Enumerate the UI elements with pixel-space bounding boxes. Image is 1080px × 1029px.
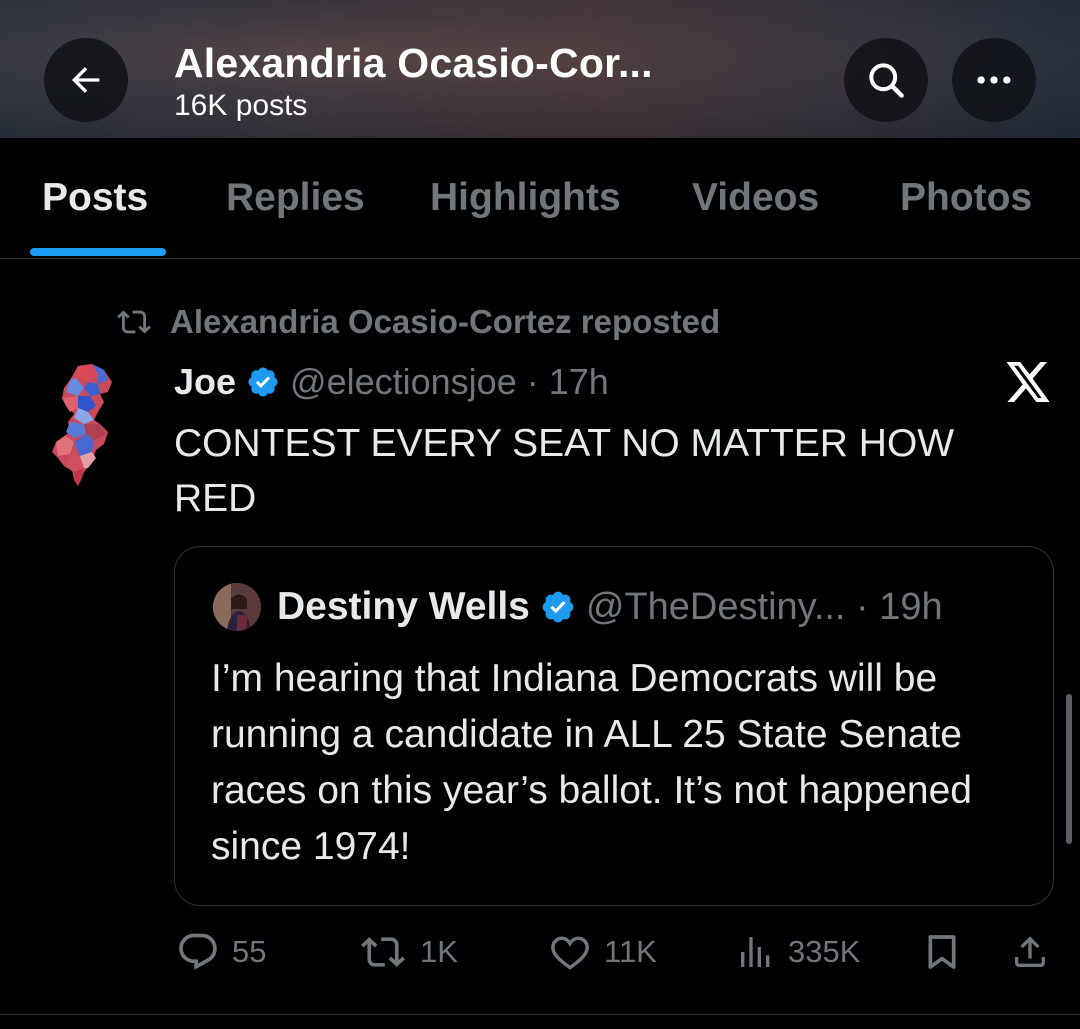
tab-videos[interactable]: Videos	[692, 176, 819, 220]
repost-icon	[361, 937, 405, 967]
quote-author-name[interactable]: Destiny Wells	[277, 585, 530, 629]
back-button[interactable]	[44, 38, 128, 122]
more-horizontal-icon	[977, 76, 1011, 84]
tab-highlights[interactable]: Highlights	[430, 176, 621, 220]
repost-icon	[117, 310, 151, 334]
avatar[interactable]	[48, 362, 120, 488]
tab-replies[interactable]: Replies	[226, 176, 365, 220]
views-count: 335K	[788, 934, 861, 969]
reply-button[interactable]: 55	[176, 930, 266, 974]
post-divider	[0, 1014, 1080, 1015]
search-icon	[869, 63, 904, 98]
views-button[interactable]: 335K	[736, 930, 860, 974]
more-button[interactable]	[952, 38, 1036, 122]
author-handle-time: @electionsjoe · 17h	[290, 361, 609, 402]
active-tab-indicator	[30, 248, 166, 256]
views-icon	[741, 937, 770, 967]
share-icon	[1015, 936, 1045, 967]
post-actions: 55 1K 11K 335K	[0, 930, 1080, 986]
repost-count: 1K	[420, 934, 458, 969]
post-text: CONTEST EVERY SEAT NO MATTER HOW RED	[174, 422, 955, 520]
quote-handle-time: @TheDestiny... · 19h	[585, 585, 943, 628]
x-logo-icon[interactable]	[1004, 360, 1052, 404]
author-name[interactable]: Joe	[174, 361, 236, 403]
profile-tabs: Posts Replies Highlights Videos Photos	[0, 138, 1080, 259]
quote-author-row: Destiny Wells @TheDestiny... · 19h	[277, 585, 943, 629]
repost-text: Alexandria Ocasio-Cortez reposted	[170, 303, 721, 340]
post-count: 16K posts	[174, 89, 308, 122]
verified-badge-icon	[248, 367, 278, 397]
profile-title: Alexandria Ocasio-Cor...	[174, 40, 653, 86]
tab-posts[interactable]: Posts	[42, 176, 148, 220]
reply-icon	[179, 933, 217, 970]
profile-header: Alexandria Ocasio-Cor... 16K posts	[0, 0, 1080, 138]
like-count: 11K	[604, 934, 657, 969]
heart-icon	[551, 936, 589, 970]
arrow-left-icon	[71, 67, 100, 93]
post-author-row: Joe @electionsjoe · 17h	[174, 361, 609, 403]
reply-count: 55	[232, 934, 267, 969]
search-button[interactable]	[844, 38, 928, 122]
quote-avatar-image	[213, 583, 261, 631]
repost-indicator[interactable]: Alexandria Ocasio-Cortez reposted	[112, 303, 720, 341]
tab-photos[interactable]: Photos	[900, 176, 1032, 220]
bookmark-icon	[928, 935, 956, 969]
scrollbar[interactable]	[1066, 694, 1072, 844]
bookmark-button[interactable]	[922, 930, 962, 974]
quoted-post[interactable]: Destiny Wells @TheDestiny... · 19h I’m h…	[174, 546, 1054, 906]
repost-button[interactable]: 1K	[358, 930, 458, 974]
like-button[interactable]: 11K	[548, 930, 657, 974]
quote-avatar[interactable]	[213, 583, 261, 631]
share-button[interactable]	[1010, 930, 1050, 974]
verified-badge-icon	[542, 591, 574, 623]
quote-text: I’m hearing that Indiana Democrats will …	[211, 657, 972, 868]
